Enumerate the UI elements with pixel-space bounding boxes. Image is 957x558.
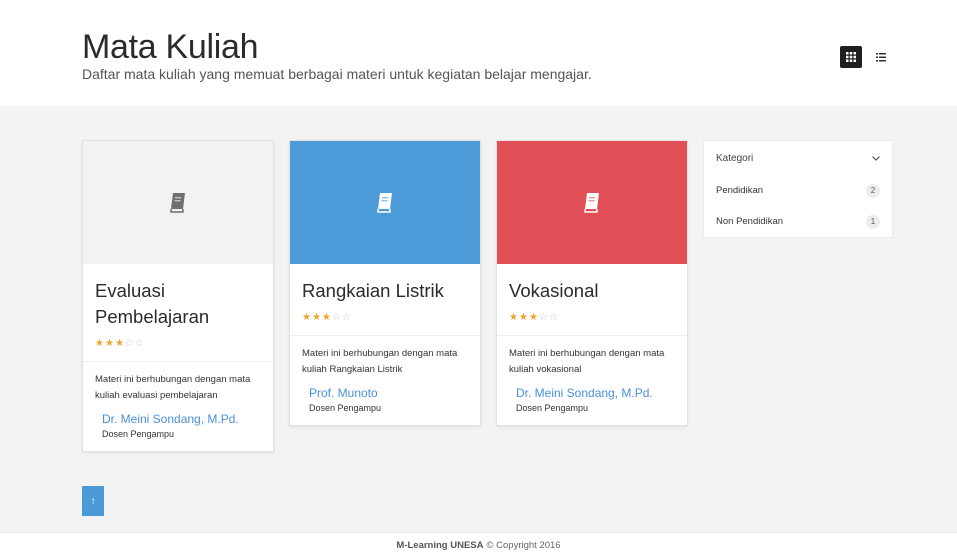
footer-brand: M-Learning UNESA [396, 540, 484, 551]
category-item-label: Non Pendidikan [716, 216, 784, 227]
category-item-non-pendidikan[interactable]: Non Pendidikan 1 [704, 206, 892, 237]
course-title[interactable]: Rangkaian Listrik [290, 264, 480, 304]
course-card[interactable]: Rangkaian Listrik ★★★☆☆ Materi ini berhu… [289, 140, 481, 426]
grid-icon [846, 52, 856, 62]
course-author-link[interactable]: Prof. Munoto [290, 378, 480, 400]
category-count-badge: 1 [866, 214, 880, 229]
course-cover[interactable] [83, 141, 273, 264]
category-panel: Kategori Pendidikan 2 Non Pendidikan 1 [703, 140, 893, 238]
star-filled-icon: ★ [95, 338, 105, 349]
course-cover[interactable] [497, 141, 687, 264]
course-description: Materi ini berhubungan dengan mata kulia… [509, 348, 665, 375]
category-dropdown[interactable]: Kategori [704, 141, 892, 175]
star-empty-icon: ☆ [134, 338, 145, 349]
course-card[interactable]: Evaluasi Pembelajaran ★★★☆☆ Materi ini b… [82, 140, 274, 452]
page-header: Mata Kuliah Daftar mata kuliah yang memu… [0, 0, 957, 106]
course-list-area: Evaluasi Pembelajaran ★★★☆☆ Materi ini b… [0, 106, 957, 532]
footer: M-Learning UNESA © Copyright 2016 [0, 532, 957, 558]
star-filled-icon: ★ [518, 312, 529, 323]
course-author-role: Dosen Pengampu [309, 403, 382, 413]
category-count-badge: 2 [866, 183, 880, 198]
book-icon [377, 192, 392, 213]
grid-view-button[interactable] [840, 46, 862, 68]
footer-copyright: © Copyright 2016 [486, 540, 561, 551]
course-title[interactable]: Vokasional [497, 264, 687, 304]
course-card[interactable]: Vokasional ★★★☆☆ Materi ini berhubungan … [496, 140, 688, 426]
course-description: Materi ini berhubungan dengan mata kulia… [302, 348, 458, 375]
course-title[interactable]: Evaluasi Pembelajaran [83, 264, 273, 330]
rating-stars: ★★★☆☆ [497, 304, 687, 323]
rating-stars: ★★★☆☆ [83, 330, 273, 349]
category-item-label: Pendidikan [716, 185, 764, 196]
star-empty-icon: ☆ [124, 338, 135, 349]
rating-stars: ★★★☆☆ [290, 304, 480, 323]
course-author-role: Dosen Pengampu [102, 429, 175, 439]
star-filled-icon: ★ [302, 312, 312, 323]
course-author-role: Dosen Pengampu [516, 403, 589, 413]
star-filled-icon: ★ [509, 312, 519, 323]
star-filled-icon: ★ [311, 312, 322, 323]
star-filled-icon: ★ [114, 338, 125, 349]
category-item-pendidikan[interactable]: Pendidikan 2 [704, 175, 892, 206]
star-filled-icon: ★ [528, 312, 539, 323]
star-empty-icon: ☆ [341, 312, 352, 323]
star-empty-icon: ☆ [331, 312, 342, 323]
course-author-link[interactable]: Dr. Meini Sondang, M.Pd. [83, 404, 273, 426]
category-label: Kategori [716, 152, 754, 164]
page-subtitle: Daftar mata kuliah yang memuat berbagai … [82, 66, 592, 82]
chevron-down-icon [872, 155, 880, 161]
star-filled-icon: ★ [104, 338, 115, 349]
course-description: Materi ini berhubungan dengan mata kulia… [95, 374, 251, 401]
star-empty-icon: ☆ [538, 312, 549, 323]
list-view-button[interactable] [872, 46, 890, 68]
course-author-link[interactable]: Dr. Meini Sondang, M.Pd. [497, 378, 687, 400]
star-empty-icon: ☆ [548, 312, 559, 323]
scroll-top-button[interactable]: ↑ [82, 486, 104, 516]
book-icon [584, 192, 599, 213]
book-icon [170, 192, 185, 213]
star-filled-icon: ★ [321, 312, 332, 323]
course-cover[interactable] [290, 141, 480, 264]
list-icon [876, 52, 886, 61]
page-title: Mata Kuliah [82, 28, 259, 66]
